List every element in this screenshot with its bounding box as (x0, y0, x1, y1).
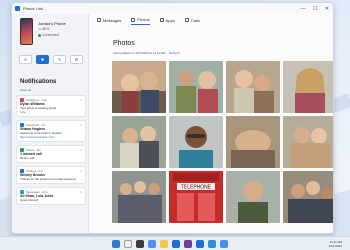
notification-text: Thanks for the pictures from last weeken… (20, 177, 76, 181)
battery-icon: ▭ (38, 27, 42, 31)
apps-tab-icon (159, 18, 164, 22)
maximize-button[interactable]: ☐ (309, 6, 321, 12)
store-icon[interactable] (184, 240, 192, 248)
photo-friends-selfie (112, 61, 166, 113)
photo-hands-cheers (226, 116, 280, 168)
photo-tile[interactable] (169, 61, 223, 113)
phone-link-window: Phone Link — ☐ ✕ Jordan's Phone ▭ 80% Co… (11, 2, 334, 234)
edge-icon[interactable] (172, 240, 180, 248)
notification-text: Return call (20, 156, 35, 160)
notification-item[interactable]: Instagram now Dylan Williams Your photo i… (16, 95, 86, 117)
photo-tile[interactable] (226, 171, 280, 223)
tab-label: Messages (103, 17, 122, 23)
close-icon[interactable]: × (80, 148, 82, 152)
main-content: Photos Last updated on 4/17/2023 at 11:1… (90, 14, 333, 233)
photo-woman-smile (283, 61, 333, 113)
photo-tile[interactable] (226, 116, 280, 168)
photo-friends-hug (283, 116, 333, 168)
close-icon[interactable]: × (80, 190, 82, 194)
connection-status: Connected (38, 33, 59, 37)
notification-list: Instagram now Dylan Williams Your photo i… (16, 95, 86, 208)
photo-man-smiling (169, 116, 223, 168)
system-clock[interactable]: 11:11 AM 4/17/2023 (329, 240, 342, 248)
photo-telephone-box: TELEPHONE (169, 171, 223, 223)
phone-link-icon[interactable] (208, 240, 216, 248)
file-explorer-icon[interactable] (160, 240, 168, 248)
clear-all-link[interactable]: Clear all (20, 88, 31, 92)
tab-label: Calls (190, 17, 200, 23)
widgets-icon[interactable] (148, 240, 156, 248)
clock-date: 4/17/2023 (328, 244, 342, 248)
refresh-link[interactable]: Refresh (169, 51, 180, 55)
notification-link[interactable]: https://www.example.com/ (20, 135, 82, 139)
messages-tab-icon (97, 18, 101, 22)
photo-tile[interactable] (283, 171, 333, 223)
quick-actions: ⊝ ✱ ✎ ⚙ (19, 55, 83, 64)
last-updated: Last updated on 4/17/2023 at 11:11 AM Re… (113, 51, 179, 55)
close-icon[interactable]: × (80, 169, 82, 173)
close-button[interactable]: ✕ (321, 6, 333, 12)
notification-item[interactable]: Outlook 9m Wesley Brooks Thanks for the p… (16, 166, 86, 184)
photo-couple-bench (112, 116, 166, 168)
notification-item[interactable]: Messages 12m Ali Khan, Lola Jules Great p… (16, 187, 86, 205)
tab-photos[interactable]: Photos (131, 17, 150, 25)
photo-group-street (112, 171, 166, 223)
title-bar: Phone Link — ☐ ✕ (12, 3, 333, 14)
photo-tile[interactable] (169, 116, 223, 168)
photos-tab-icon (131, 17, 136, 22)
mail-icon[interactable] (196, 240, 204, 248)
photo-tile[interactable] (112, 171, 166, 223)
connected-icon (38, 33, 41, 37)
phone-image (20, 18, 33, 45)
tab-messages[interactable]: Messages (97, 17, 121, 25)
last-updated-text: Last updated on 4/17/2023 at 11:11 AM (113, 51, 166, 55)
photo-tile[interactable] (283, 61, 333, 113)
close-icon[interactable]: × (80, 123, 82, 127)
notification-action[interactable]: Like (20, 110, 82, 114)
tab-apps[interactable]: Apps (159, 17, 175, 25)
tab-label: Apps (165, 17, 175, 23)
phone-card[interactable]: Jordan's Phone ▭ 80% Connected (16, 18, 86, 50)
edit-button[interactable]: ✎ (53, 55, 66, 64)
sidebar: Jordan's Phone ▭ 80% Connected ⊝ ✱ ✎ ⚙ N… (12, 14, 89, 233)
photo-group-outdoor (169, 61, 223, 113)
connection-label: Connected (42, 33, 59, 37)
window-title: Phone Link (23, 6, 44, 11)
page-title: Photos (113, 40, 135, 47)
notification-item[interactable]: Facebook 2m Shawn Hughes Awesome to be ba… (16, 120, 86, 142)
photos-app-icon[interactable] (220, 240, 228, 248)
taskbar: 11:11 AM 4/17/2023 (0, 236, 350, 250)
photo-tile[interactable] (112, 61, 166, 113)
notification-text: Great photos! (20, 198, 39, 202)
minimize-button[interactable]: — (297, 6, 309, 12)
phone-name: Jordan's Phone (38, 21, 66, 26)
svg-text:TELEPHONE: TELEPHONE (181, 185, 212, 191)
do-not-disturb-button[interactable]: ⊝ (19, 55, 32, 64)
photo-tile[interactable] (226, 61, 280, 113)
photo-group-evening (283, 171, 333, 223)
battery-status: ▭ 80% (38, 27, 49, 31)
task-view-icon[interactable] (136, 240, 144, 248)
notification-item[interactable]: Phone 5m 1 missed call Return call × (16, 145, 86, 163)
settings-button[interactable]: ⚙ (70, 55, 83, 64)
photo-man-portrait (226, 171, 280, 223)
close-icon[interactable]: × (80, 98, 82, 102)
photo-tile[interactable] (283, 116, 333, 168)
photo-tile[interactable]: TELEPHONE (169, 171, 223, 223)
bluetooth-button[interactable]: ✱ (36, 55, 49, 64)
app-logo-icon (15, 6, 20, 11)
tab-calls[interactable]: Calls (184, 17, 200, 25)
photo-women-laughing (226, 61, 280, 113)
battery-value: 80% (42, 27, 50, 31)
calls-tab-icon (184, 18, 189, 22)
tab-label: Photos (137, 17, 150, 22)
nav-tabs: Messages Photos Apps Calls (97, 17, 200, 25)
start-icon[interactable] (112, 240, 120, 248)
search-icon[interactable] (124, 240, 132, 248)
notifications-title: Notifications (20, 79, 57, 85)
photo-tile[interactable] (112, 116, 166, 168)
